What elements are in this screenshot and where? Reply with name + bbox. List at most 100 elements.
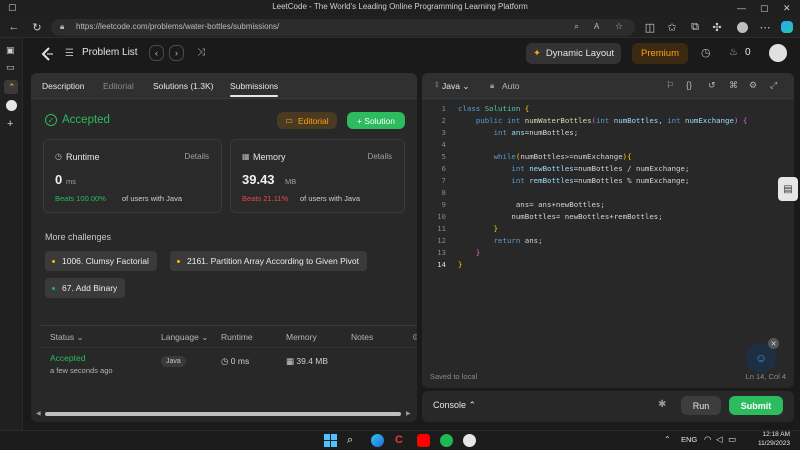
back-icon[interactable]: ← <box>7 20 21 34</box>
minimize-icon[interactable]: — <box>737 3 746 13</box>
tab-favicon-icon[interactable] <box>6 100 17 111</box>
profile-avatar-icon[interactable] <box>735 20 749 34</box>
submit-button[interactable]: Submit <box>729 396 783 415</box>
maximize-icon[interactable]: ▢ <box>760 3 769 14</box>
challenge-chip[interactable]: 2161. Partition Array According to Given… <box>170 251 367 271</box>
challenge-label: 1006. Clumsy Factorial <box>62 256 149 266</box>
runtime-card[interactable]: ◷ Runtime Details 0 ms Beats 100.00% of … <box>43 139 222 213</box>
tab-description[interactable]: Description <box>42 81 85 91</box>
console-label: Console <box>433 400 467 410</box>
settings-gear-icon[interactable]: ⚙ <box>412 332 417 343</box>
timer-icon[interactable]: ◷ <box>701 46 711 59</box>
header-status[interactable]: Status ⌄ <box>50 332 84 343</box>
settings-gear-icon[interactable]: ⚙ <box>749 80 757 91</box>
search-icon[interactable]: ⌕ <box>347 434 360 447</box>
premium-button[interactable]: Premium <box>632 43 688 64</box>
challenge-chip[interactable]: 1006. Clumsy Factorial <box>45 251 157 271</box>
code-area[interactable]: 1 class Solution { 2 public int numWaterB… <box>422 104 794 354</box>
close-icon[interactable]: ✕ <box>783 3 791 14</box>
input-language[interactable]: ENG <box>681 435 697 444</box>
challenge-label: 2161. Partition Array According to Given… <box>187 256 359 266</box>
clock-icon: ◷ <box>55 152 62 161</box>
app-icon[interactable] <box>463 434 476 447</box>
close-icon[interactable]: ✕ <box>768 338 779 349</box>
accepted-check-icon: ✓ <box>45 114 57 126</box>
scroll-left-icon[interactable]: ◀ <box>36 410 41 417</box>
url-field[interactable]: 🔒︎ https://leetcode.com/problems/water-b… <box>51 19 635 36</box>
wifi-icon[interactable]: ◠ <box>704 434 711 445</box>
prev-problem-button[interactable]: ‹ <box>149 45 164 61</box>
new-tab-icon[interactable]: + <box>7 118 13 130</box>
url-text: https://leetcode.com/problems/water-bott… <box>76 22 280 31</box>
youtube-icon[interactable] <box>417 434 430 447</box>
extensions-icon[interactable]: ✣ <box>710 20 724 34</box>
chip-memory-icon: ▦ <box>242 152 250 161</box>
dynamic-layout-button[interactable]: ✦ Dynamic Layout <box>526 43 621 64</box>
problem-list-link[interactable]: Problem List <box>82 47 138 58</box>
split-screen-icon[interactable]: ◫ <box>643 20 657 34</box>
sparkle-icon: ✦ <box>532 48 541 59</box>
tray-chevron-up-icon[interactable]: ⌃ <box>664 435 671 444</box>
tab-solutions[interactable]: Solutions (1.3K) <box>153 81 213 91</box>
tab-editorial[interactable]: Editorial <box>103 81 134 91</box>
row-time: a few seconds ago <box>50 366 113 375</box>
cursor-position: Ln 14, Col 4 <box>745 372 786 381</box>
memory-details-link[interactable]: Details <box>368 152 392 161</box>
edge-browser-icon[interactable] <box>371 434 384 447</box>
shuffle-icon[interactable]: ⤨ <box>197 47 205 58</box>
console-toggle[interactable]: Console ⌃ <box>433 400 476 411</box>
row-status[interactable]: Accepted <box>50 353 85 363</box>
memory-beats: Beats 21.11% <box>242 194 289 203</box>
reset-icon[interactable]: ↺ <box>708 80 716 91</box>
run-button[interactable]: Run <box>681 396 721 415</box>
fullscreen-icon[interactable]: ⤢ <box>770 80 777 91</box>
autocomplete-mode[interactable]: Auto <box>502 81 520 91</box>
battery-icon[interactable]: ▭ <box>728 434 736 445</box>
clock-date[interactable]: 11/29/2023 <box>744 440 790 447</box>
zoom-icon[interactable]: ⌕ <box>574 21 579 32</box>
solution-button[interactable]: + Solution <box>347 112 405 129</box>
copilot-icon[interactable] <box>780 20 794 34</box>
c-app-icon[interactable]: C <box>395 434 408 447</box>
chevron-down-icon: ⌄ <box>201 332 209 342</box>
memory-title: Memory <box>253 152 286 162</box>
tab-actions-icon[interactable]: ▣ <box>6 45 15 56</box>
shortcut-icon[interactable]: ⌘ <box>729 80 738 91</box>
problem-list-icon[interactable]: ☰ <box>65 48 74 59</box>
tab-overview-icon[interactable]: ▭ <box>6 62 15 73</box>
leetcode-logo[interactable] <box>41 47 54 61</box>
more-menu-icon[interactable]: ⋯ <box>758 20 772 34</box>
scroll-right-icon[interactable]: ▶ <box>406 410 411 417</box>
braces-icon[interactable]: {} <box>686 80 692 90</box>
windows-start-icon[interactable] <box>324 434 337 447</box>
horizontal-scrollbar[interactable] <box>45 412 401 416</box>
leetcode-tab-icon[interactable]: ⌃ <box>4 80 18 94</box>
memory-card[interactable]: ▦ Memory Details 39.43 MB Beats 21.11% o… <box>230 139 405 213</box>
streak-fire-icon[interactable]: ♨ <box>729 47 738 58</box>
refresh-icon[interactable]: ↻ <box>30 20 44 34</box>
favorites-icon[interactable]: ✩ <box>665 20 679 34</box>
debugger-icon[interactable]: ✱ <box>658 399 666 410</box>
next-problem-button[interactable]: › <box>169 45 184 61</box>
language-selector[interactable]: Java ⌄ <box>442 81 469 92</box>
table-row[interactable]: Accepted a few seconds ago Java ◷ 0 ms ▦… <box>41 348 417 380</box>
clock-time[interactable]: 12:18 AM <box>750 431 790 438</box>
bookmark-icon[interactable]: ⚐ <box>666 80 674 91</box>
volume-icon[interactable]: ◁ <box>716 434 723 445</box>
favorite-star-icon[interactable]: ☆ <box>615 21 623 32</box>
read-aloud-icon[interactable]: A <box>594 22 599 31</box>
browser-profile-icon[interactable]: ▢ <box>8 2 17 13</box>
challenge-chip[interactable]: 67. Add Binary <box>45 278 126 298</box>
spotify-icon[interactable] <box>440 434 453 447</box>
notes-side-icon[interactable]: ▤ <box>778 177 798 201</box>
difficulty-dot <box>52 259 55 263</box>
line-number: 12 <box>437 236 446 245</box>
runtime-details-link[interactable]: Details <box>185 152 209 161</box>
line-number: 9 <box>441 200 446 209</box>
lock-icon[interactable]: 🔒︎ <box>60 22 64 32</box>
header-language[interactable]: Language ⌄ <box>161 332 208 343</box>
tab-submissions[interactable]: Submissions <box>230 81 279 97</box>
collections-icon[interactable]: ⧉ <box>688 20 702 34</box>
editorial-button[interactable]: ▭ Editorial <box>277 112 337 129</box>
user-avatar[interactable] <box>769 44 787 62</box>
